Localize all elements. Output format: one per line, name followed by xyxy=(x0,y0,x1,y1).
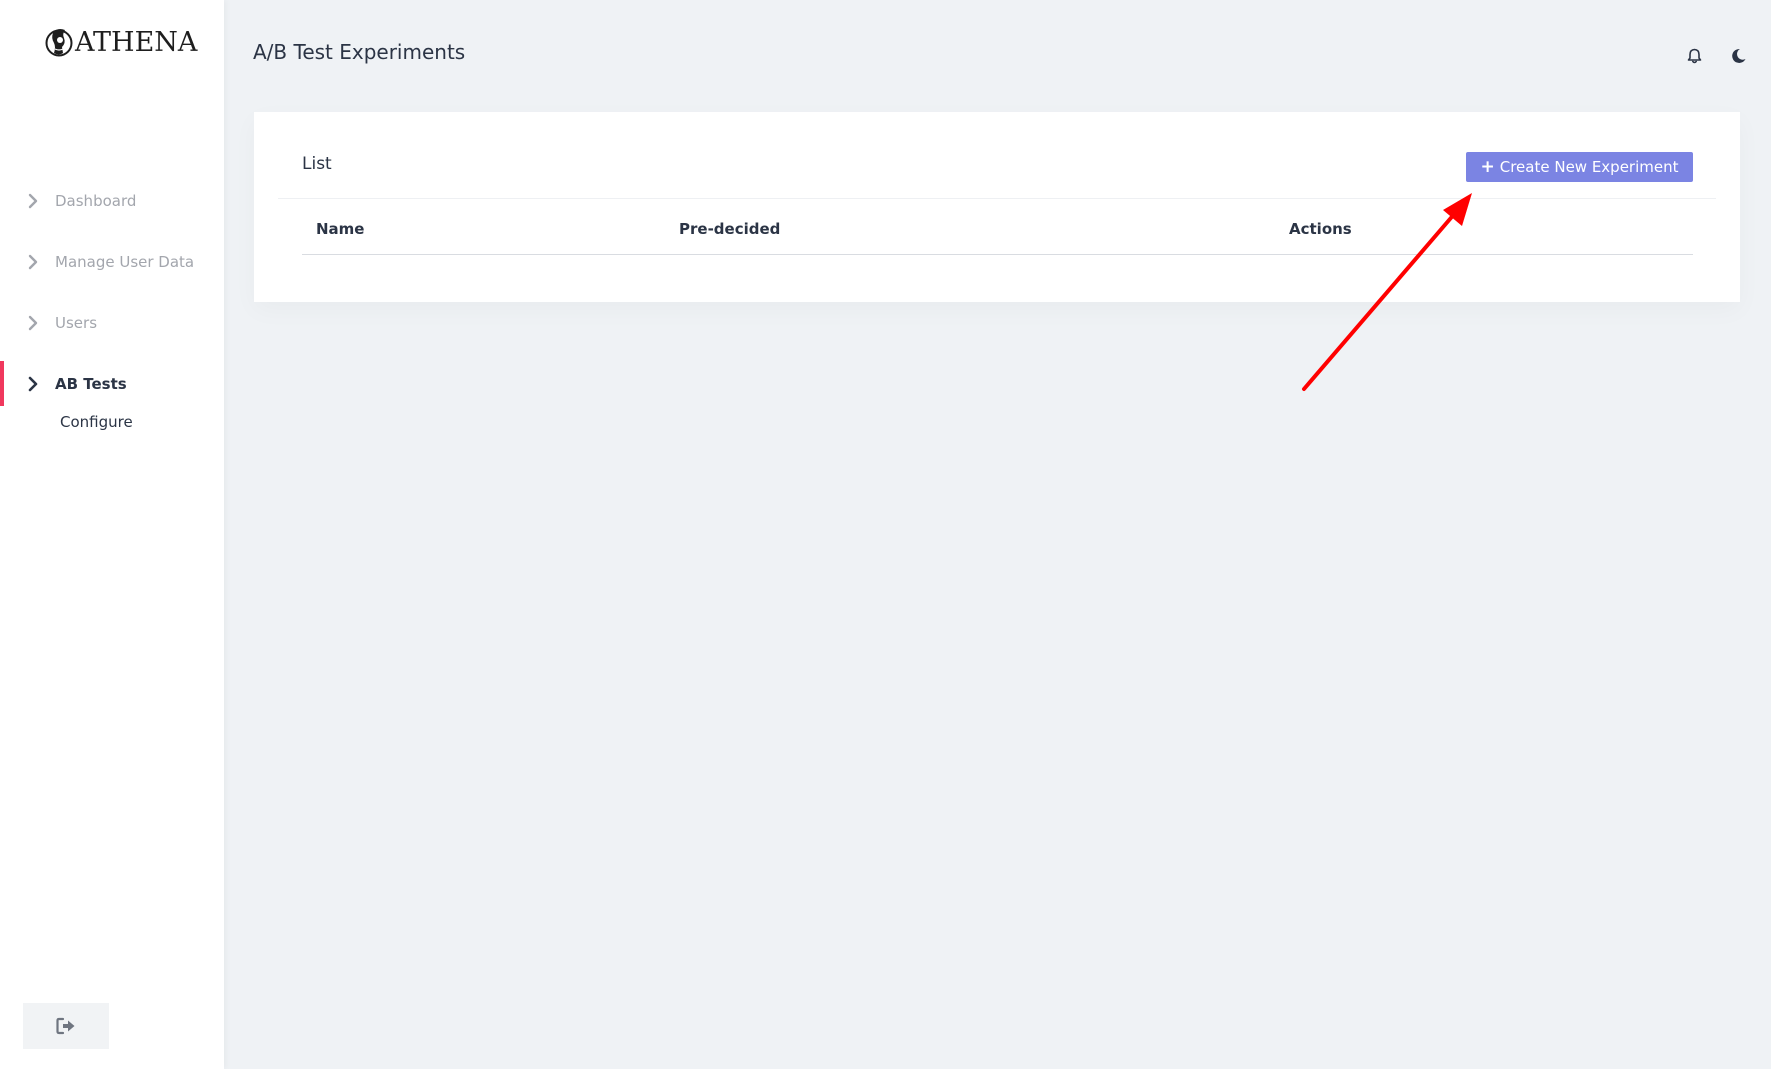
sidebar-item-label: Manage User Data xyxy=(55,252,195,271)
sidebar-item-ab-tests[interactable]: AB Tests xyxy=(0,353,224,414)
sidebar-item-label: AB Tests xyxy=(55,374,127,393)
column-header-pre-decided[interactable]: Pre-decided xyxy=(679,220,780,238)
sidebar-item-label: Users xyxy=(55,313,98,332)
logo-text: ATHENA xyxy=(75,26,198,58)
sidebar-item-label: Dashboard xyxy=(55,191,137,210)
notifications-button[interactable] xyxy=(1684,46,1704,66)
sidebar-item-manage-user-data[interactable]: Manage User Data xyxy=(0,231,224,292)
create-new-experiment-button[interactable]: + Create New Experiment xyxy=(1466,152,1693,182)
theme-toggle-button[interactable] xyxy=(1728,46,1748,66)
logo[interactable]: ATHENA xyxy=(44,22,197,62)
column-header-actions: Actions xyxy=(1289,220,1352,238)
page-title: A/B Test Experiments xyxy=(253,40,466,64)
chevron-right-icon xyxy=(28,254,38,269)
chevron-right-icon xyxy=(28,376,38,391)
chevron-right-icon xyxy=(28,315,38,330)
bell-icon xyxy=(1687,48,1701,64)
create-button-label: Create New Experiment xyxy=(1499,158,1679,176)
card-title: List xyxy=(302,154,332,174)
sign-out-icon xyxy=(56,1017,75,1035)
chevron-right-icon xyxy=(28,193,38,208)
sidebar-item-dashboard[interactable]: Dashboard xyxy=(0,170,224,231)
experiments-card: List + Create New Experiment Name Pre-de… xyxy=(254,112,1740,302)
column-header-name[interactable]: Name xyxy=(316,220,364,238)
moon-icon xyxy=(1732,48,1746,63)
app-root: ATHENA Dashboard Manage User Data Users xyxy=(0,0,1771,1069)
logout-button[interactable] xyxy=(23,1003,109,1049)
sidebar-item-users[interactable]: Users xyxy=(0,292,224,353)
sidebar: ATHENA Dashboard Manage User Data Users xyxy=(0,0,224,1069)
athena-logo-icon xyxy=(45,29,73,57)
plus-icon: + xyxy=(1480,157,1495,177)
card-divider xyxy=(278,198,1716,199)
table-header: Name Pre-decided Actions xyxy=(302,212,1693,255)
sidebar-nav: Dashboard Manage User Data Users AB Test… xyxy=(0,170,224,436)
